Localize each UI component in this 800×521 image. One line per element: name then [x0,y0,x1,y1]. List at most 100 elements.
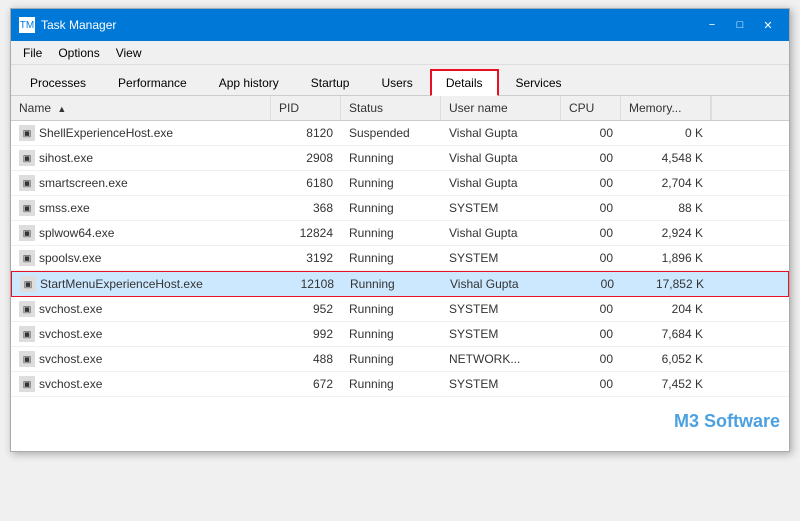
cell-pid: 3192 [271,246,341,270]
cell-cpu: 00 [561,297,621,321]
cell-status: Running [342,272,442,296]
cell-memory: 17,852 K [622,272,712,296]
tab-startup[interactable]: Startup [296,70,365,95]
process-icon: ▣ [19,200,35,216]
cell-cpu: 00 [561,221,621,245]
table-row[interactable]: ▣svchost.exe 952 Running SYSTEM 00 204 K [11,297,789,322]
cell-pid: 2908 [271,146,341,170]
cell-name: ▣smss.exe [11,196,271,220]
process-icon: ▣ [20,276,36,292]
tab-app-history[interactable]: App history [204,70,294,95]
table-row[interactable]: ▣svchost.exe 488 Running NETWORK... 00 6… [11,347,789,372]
cell-cpu: 00 [561,322,621,346]
process-icon: ▣ [19,351,35,367]
minimize-button[interactable]: − [699,15,725,35]
cell-status: Running [341,297,441,321]
table-row[interactable]: ▣sihost.exe 2908 Running Vishal Gupta 00… [11,146,789,171]
process-icon: ▣ [19,125,35,141]
content-area: Name ▲ PID Status User name CPU Memory..… [11,96,789,451]
process-icon: ▣ [19,150,35,166]
table-row[interactable]: ▣StartMenuExperienceHost.exe 12108 Runni… [11,271,789,297]
cell-user: SYSTEM [441,196,561,220]
cell-memory: 7,452 K [621,372,711,396]
cell-pid: 6180 [271,171,341,195]
watermark: M3 Software [674,411,780,432]
cell-cpu: 00 [562,272,622,296]
cell-status: Running [341,246,441,270]
cell-cpu: 00 [561,347,621,371]
tab-details[interactable]: Details [430,69,499,96]
cell-memory: 0 K [621,121,711,145]
col-username[interactable]: User name [441,96,561,120]
table-row[interactable]: ▣svchost.exe 672 Running SYSTEM 00 7,452… [11,372,789,397]
col-name[interactable]: Name ▲ [11,96,271,120]
cell-user: SYSTEM [441,322,561,346]
col-pid[interactable]: PID [271,96,341,120]
table-row[interactable]: ▣splwow64.exe 12824 Running Vishal Gupta… [11,221,789,246]
cell-cpu: 00 [561,171,621,195]
cell-pid: 12824 [271,221,341,245]
cell-status: Running [341,347,441,371]
process-icon: ▣ [19,250,35,266]
cell-user: Vishal Gupta [441,221,561,245]
cell-pid: 672 [271,372,341,396]
sort-arrow-name: ▲ [57,104,66,114]
cell-name: ▣svchost.exe [11,322,271,346]
cell-name: ▣svchost.exe [11,372,271,396]
col-cpu[interactable]: CPU [561,96,621,120]
table-body[interactable]: ▣ShellExperienceHost.exe 8120 Suspended … [11,121,789,451]
process-icon: ▣ [19,326,35,342]
tab-performance[interactable]: Performance [103,70,202,95]
cell-memory: 7,684 K [621,322,711,346]
cell-status: Running [341,196,441,220]
cell-status: Running [341,146,441,170]
table-row[interactable]: ▣smartscreen.exe 6180 Running Vishal Gup… [11,171,789,196]
cell-status: Running [341,171,441,195]
col-memory[interactable]: Memory... [621,96,711,120]
cell-memory: 88 K [621,196,711,220]
cell-name: ▣svchost.exe [11,297,271,321]
cell-user: NETWORK... [441,347,561,371]
tab-services[interactable]: Services [501,70,577,95]
table-header: Name ▲ PID Status User name CPU Memory..… [11,96,789,121]
tab-processes[interactable]: Processes [15,70,101,95]
menu-options[interactable]: Options [50,44,107,62]
cell-memory: 4,548 K [621,146,711,170]
cell-pid: 488 [271,347,341,371]
cell-cpu: 00 [561,372,621,396]
col-status[interactable]: Status [341,96,441,120]
tab-bar: Processes Performance App history Startu… [11,65,789,96]
cell-pid: 992 [271,322,341,346]
cell-cpu: 00 [561,196,621,220]
cell-cpu: 00 [561,121,621,145]
cell-status: Running [341,372,441,396]
cell-cpu: 00 [561,146,621,170]
cell-memory: 1,896 K [621,246,711,270]
process-icon: ▣ [19,175,35,191]
cell-name: ▣ShellExperienceHost.exe [11,121,271,145]
close-button[interactable]: ✕ [755,15,781,35]
window-controls: − □ ✕ [699,15,781,35]
table-row[interactable]: ▣ShellExperienceHost.exe 8120 Suspended … [11,121,789,146]
table-row[interactable]: ▣spoolsv.exe 3192 Running SYSTEM 00 1,89… [11,246,789,271]
cell-status: Suspended [341,121,441,145]
tab-users[interactable]: Users [366,70,427,95]
table-row[interactable]: ▣svchost.exe 992 Running SYSTEM 00 7,684… [11,322,789,347]
cell-user: SYSTEM [441,372,561,396]
menu-file[interactable]: File [15,44,50,62]
cell-memory: 2,704 K [621,171,711,195]
cell-memory: 2,924 K [621,221,711,245]
cell-user: SYSTEM [441,246,561,270]
cell-pid: 12108 [272,272,342,296]
cell-user: Vishal Gupta [441,146,561,170]
cell-cpu: 00 [561,246,621,270]
cell-name: ▣sihost.exe [11,146,271,170]
cell-pid: 8120 [271,121,341,145]
table-row[interactable]: ▣smss.exe 368 Running SYSTEM 00 88 K [11,196,789,221]
menu-view[interactable]: View [108,44,150,62]
cell-user: Vishal Gupta [441,171,561,195]
process-icon: ▣ [19,301,35,317]
cell-user: SYSTEM [441,297,561,321]
maximize-button[interactable]: □ [727,15,753,35]
cell-name: ▣smartscreen.exe [11,171,271,195]
